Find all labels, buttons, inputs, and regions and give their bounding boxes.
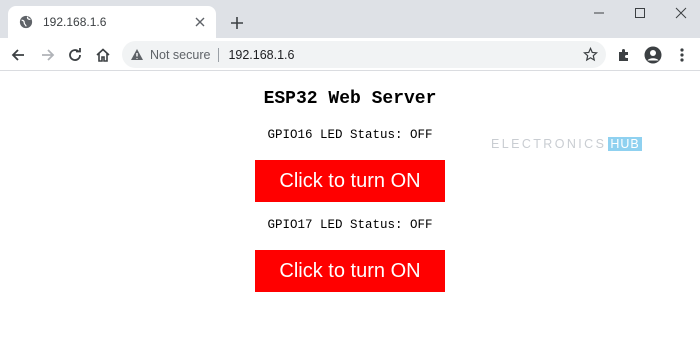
warning-triangle-icon — [131, 49, 143, 60]
home-button[interactable] — [91, 43, 115, 67]
page-title: ESP32 Web Server — [263, 89, 437, 109]
forward-arrow-icon — [42, 49, 55, 61]
back-arrow-icon — [11, 49, 24, 61]
watermark-logo: ELECTRONICS HUB — [491, 137, 642, 151]
star-icon — [582, 46, 598, 61]
gpio16-toggle-button[interactable]: Click to turn ON — [255, 160, 445, 202]
bookmark-star-button[interactable] — [582, 46, 598, 62]
minimize-icon — [594, 12, 604, 14]
back-button[interactable] — [6, 43, 30, 67]
profile-button[interactable] — [641, 43, 665, 67]
tab-strip: 192.168.1.6 — [0, 0, 700, 38]
globe-icon — [18, 14, 34, 30]
plus-icon — [231, 17, 243, 29]
extensions-button[interactable] — [612, 43, 636, 67]
browser-tab[interactable]: 192.168.1.6 — [8, 6, 216, 38]
watermark-badge: HUB — [608, 137, 642, 151]
omnibox-divider — [218, 47, 220, 62]
web-page: ESP32 Web Server GPIO16 LED Status: OFF … — [0, 72, 700, 346]
close-window-button[interactable] — [664, 4, 698, 22]
gpio17-toggle-button[interactable]: Click to turn ON — [255, 250, 445, 292]
forward-button[interactable] — [36, 43, 60, 67]
maximize-icon — [635, 8, 645, 18]
close-icon — [675, 7, 687, 19]
watermark-text: ELECTRONICS — [491, 137, 607, 151]
not-secure-label: Not secure — [150, 47, 211, 62]
address-bar[interactable]: Not secure 192.168.1.6 — [122, 41, 606, 68]
reload-button[interactable] — [63, 43, 87, 67]
minimize-button[interactable] — [582, 4, 616, 22]
browser-toolbar: Not secure 192.168.1.6 — [0, 38, 700, 71]
new-tab-button[interactable] — [226, 12, 248, 34]
more-menu-button[interactable] — [670, 43, 694, 67]
tab-title: 192.168.1.6 — [43, 15, 107, 29]
gpio17-status: GPIO17 LED Status: OFF — [267, 218, 433, 232]
home-icon — [96, 48, 110, 62]
url-text[interactable]: 192.168.1.6 — [228, 48, 294, 62]
profile-avatar-icon — [644, 46, 662, 64]
reload-icon — [69, 48, 81, 61]
security-indicator[interactable]: Not secure — [130, 48, 210, 62]
close-tab-icon[interactable] — [192, 14, 208, 30]
extensions-puzzle-icon — [619, 49, 628, 61]
more-menu-icon — [680, 48, 684, 62]
maximize-button[interactable] — [623, 4, 657, 22]
